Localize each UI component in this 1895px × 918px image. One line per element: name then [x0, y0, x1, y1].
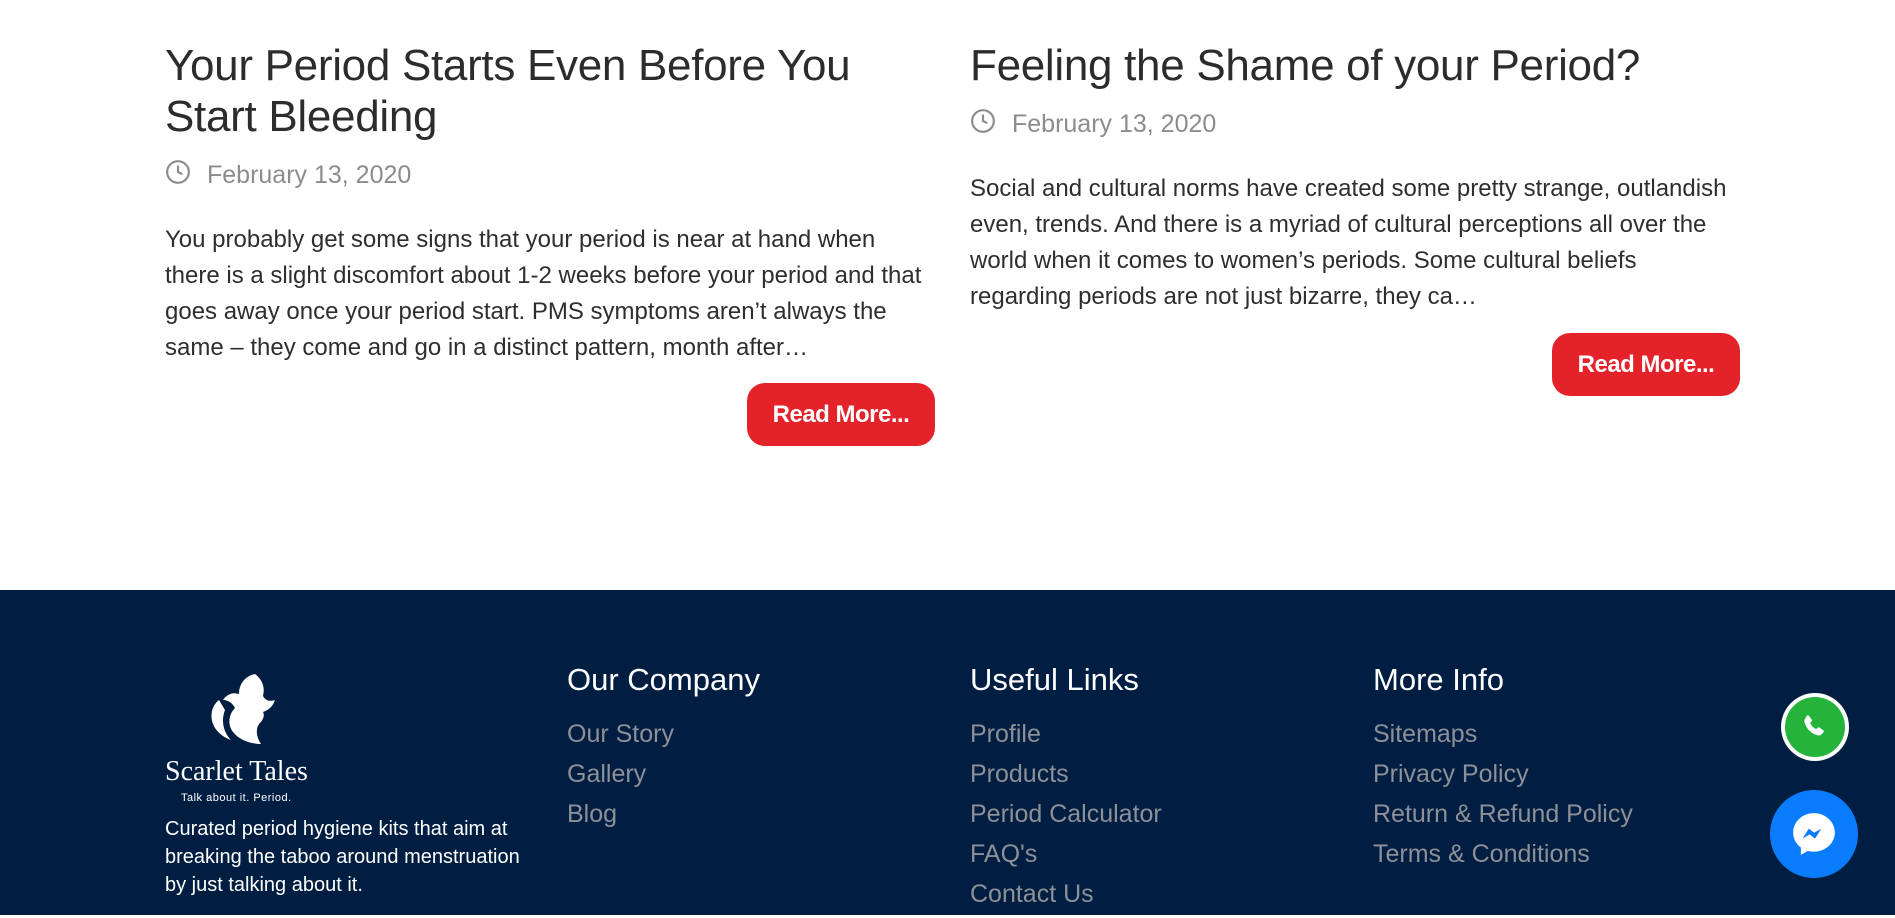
post-date-text: February 13, 2020 — [1012, 109, 1217, 138]
footer-link-our-story[interactable]: Our Story — [567, 720, 674, 748]
clock-icon — [970, 108, 996, 141]
footer-brand: Scarlet Tales Talk about it. Period. Cur… — [165, 670, 525, 899]
post-excerpt: Social and cultural norms have created s… — [970, 175, 1727, 310]
post-excerpt: You probably get some signs that your pe… — [165, 226, 922, 361]
post-title[interactable]: Feeling the Shame of your Period? — [970, 40, 1740, 91]
woman-profile-icon — [211, 674, 275, 744]
footer-heading: More Info — [1373, 662, 1504, 697]
read-more-button[interactable]: Read More... — [747, 383, 935, 446]
footer-link-profile[interactable]: Profile — [970, 720, 1041, 748]
footer-column-more-info: More Info Sitemaps Privacy Policy Return… — [1373, 660, 1633, 874]
blog-post-card: Feeling the Shame of your Period? Februa… — [970, 40, 1740, 396]
footer-link-contact-us[interactable]: Contact Us — [970, 880, 1094, 908]
footer-link-blog[interactable]: Blog — [567, 800, 617, 828]
post-date-text: February 13, 2020 — [207, 160, 412, 189]
post-title[interactable]: Your Period Starts Even Before You Start… — [165, 40, 935, 142]
footer-link-period-calculator[interactable]: Period Calculator — [970, 800, 1162, 828]
footer-link-products[interactable]: Products — [970, 760, 1069, 788]
footer-link-faqs[interactable]: FAQ's — [970, 840, 1037, 868]
brand-description: Curated period hygiene kits that aim at … — [165, 818, 520, 896]
scarlet-tales-logo[interactable]: Scarlet Tales Talk about it. Period. — [165, 670, 325, 805]
footer-column-useful-links: Useful Links Profile Products Period Cal… — [970, 660, 1162, 914]
post-date: February 13, 2020 — [970, 107, 1740, 141]
site-footer: Scarlet Tales Talk about it. Period. Cur… — [0, 590, 1895, 915]
footer-link-privacy-policy[interactable]: Privacy Policy — [1373, 760, 1529, 788]
post-date: February 13, 2020 — [165, 158, 935, 192]
footer-link-terms-conditions[interactable]: Terms & Conditions — [1373, 840, 1590, 868]
footer-link-sitemaps[interactable]: Sitemaps — [1373, 720, 1477, 748]
blog-posts-section: Your Period Starts Even Before You Start… — [0, 0, 1895, 590]
footer-link-gallery[interactable]: Gallery — [567, 760, 646, 788]
messenger-icon — [1793, 813, 1835, 855]
brand-name: Scarlet Tales — [165, 756, 308, 787]
whatsapp-chat-button[interactable] — [1781, 693, 1849, 761]
footer-heading: Our Company — [567, 662, 760, 697]
clock-icon — [165, 159, 191, 192]
messenger-chat-button[interactable] — [1770, 790, 1858, 878]
footer-column-our-company: Our Company Our Story Gallery Blog — [567, 660, 760, 834]
whatsapp-icon — [1785, 697, 1845, 757]
footer-heading: Useful Links — [970, 662, 1139, 697]
read-more-button[interactable]: Read More... — [1552, 333, 1740, 396]
brand-tagline: Talk about it. Period. — [181, 792, 292, 804]
footer-link-return-refund-policy[interactable]: Return & Refund Policy — [1373, 800, 1633, 828]
blog-post-card: Your Period Starts Even Before You Start… — [165, 40, 935, 446]
